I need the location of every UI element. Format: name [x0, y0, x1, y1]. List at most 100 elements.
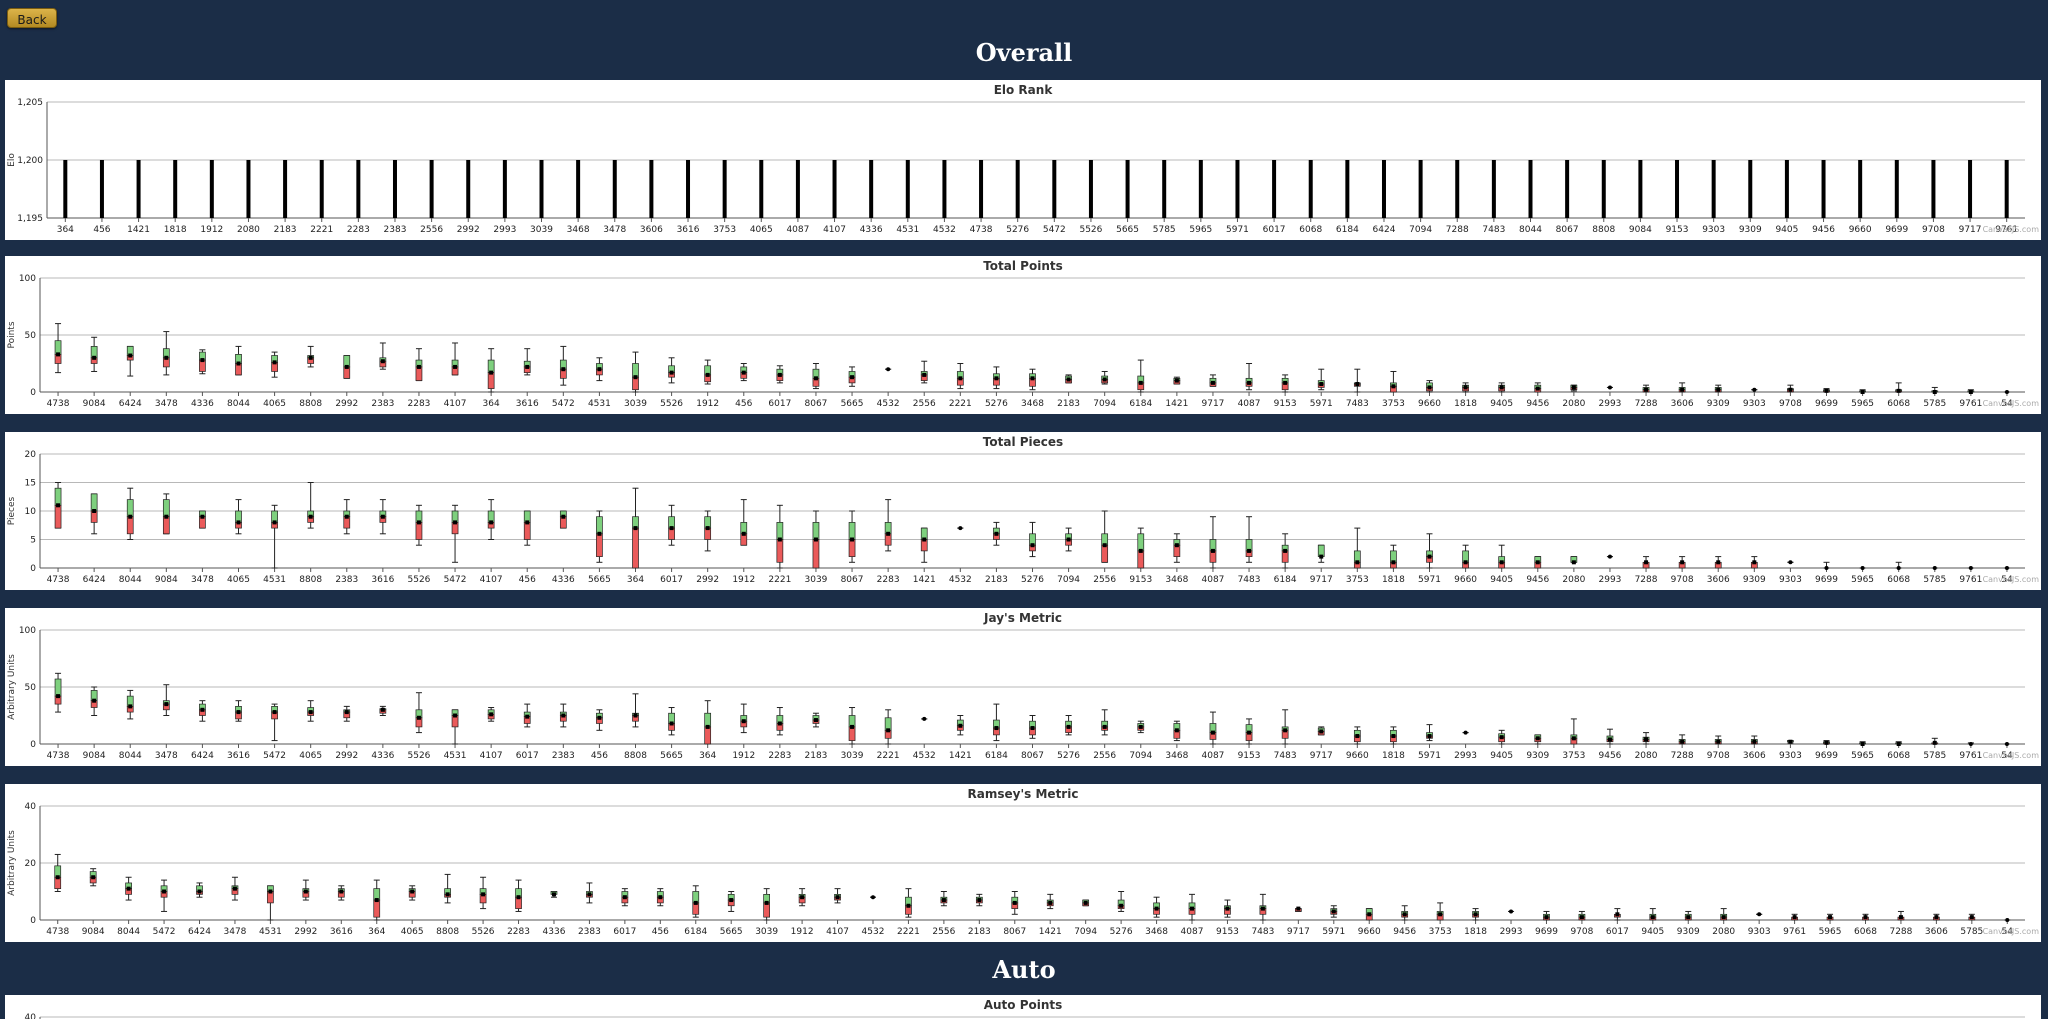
- median-marker: [236, 710, 241, 715]
- x-tick-label: 2383: [371, 399, 394, 409]
- credit-label: CanvasJS.com: [1983, 225, 2040, 234]
- median-marker: [1824, 388, 1829, 393]
- chart-panel-jays-metric: Jay's Metric Arbitrary Units 0 50 100 4738 908…: [5, 608, 2041, 766]
- x-tick-label: 6017: [1263, 225, 1286, 235]
- auto-points-chart: Auto Points 40: [25, 998, 2025, 1019]
- median-marker: [1499, 385, 1504, 390]
- median-marker: [1174, 728, 1179, 733]
- y-axis-label: Pieces: [7, 496, 17, 525]
- x-tick-label: 9084: [155, 575, 178, 585]
- x-tick-label: 2993: [1599, 399, 1622, 409]
- back-button[interactable]: Back: [7, 8, 57, 28]
- x-tick-label: 4087: [1238, 399, 1261, 409]
- x-tick-label: 1421: [913, 575, 936, 585]
- x-tick-label: 5526: [1079, 225, 1102, 235]
- x-tick-label: 5665: [720, 927, 743, 937]
- x-tick-label: 2283: [507, 927, 530, 937]
- median-marker: [850, 537, 855, 542]
- x-tick-label: 4336: [191, 399, 214, 409]
- x-tick-label: 456: [652, 927, 669, 937]
- median-marker: [1644, 737, 1649, 742]
- median-marker: [56, 352, 61, 357]
- chart-panel-elo-rank: Elo Rank Elo 1,195 1,200 1,205 364 456 1421 1818…: [5, 80, 2041, 240]
- x-tick-label: 8044: [1519, 225, 1542, 235]
- x-tick-label: 9660: [1358, 927, 1381, 937]
- x-tick-label: 1912: [732, 751, 755, 761]
- median-marker: [56, 503, 61, 508]
- median-marker: [1969, 915, 1974, 920]
- x-tick-label: 1912: [696, 399, 719, 409]
- bar: [1968, 160, 1973, 218]
- credit-label: CanvasJS.com: [1983, 575, 2040, 584]
- median-marker: [777, 721, 782, 726]
- median-marker: [1030, 376, 1035, 381]
- box-lower: [848, 539, 856, 557]
- bar: [1052, 160, 1057, 218]
- x-tick-label: 9303: [1702, 225, 1725, 235]
- median-marker: [1283, 380, 1288, 385]
- x-tick-label: 3478: [224, 927, 247, 937]
- x-tick-label: 6017: [613, 927, 636, 937]
- x-tick-label: 5526: [660, 399, 683, 409]
- y-tick-label: 0: [30, 916, 36, 926]
- x-tick-label: 6184: [1274, 575, 1297, 585]
- x-tick-label: 4531: [896, 225, 919, 235]
- x-tick-label: 364: [57, 225, 74, 235]
- x-tick-label: 364: [699, 751, 716, 761]
- box-point: [1824, 566, 1829, 570]
- x-tick-label: 2221: [877, 751, 900, 761]
- x-tick-label: 5276: [1110, 927, 1133, 937]
- median-marker: [1680, 739, 1685, 744]
- box-upper: [54, 340, 62, 355]
- bar: [356, 160, 361, 218]
- median-marker: [1066, 377, 1071, 382]
- x-tick-label: 6068: [1887, 575, 1910, 585]
- median-marker: [56, 694, 61, 699]
- x-tick-label: 2383: [578, 927, 601, 937]
- x-tick-label: 9309: [1707, 399, 1730, 409]
- x-tick-label: 9456: [1526, 575, 1549, 585]
- median-marker: [1716, 560, 1721, 565]
- median-marker: [669, 721, 674, 726]
- x-tick-label: 9405: [1490, 575, 1513, 585]
- bar: [1381, 160, 1386, 218]
- y-tick-label: 0: [30, 740, 36, 750]
- x-tick-label: 8067: [805, 399, 828, 409]
- x-tick-label: 2080: [1562, 399, 1585, 409]
- median-marker: [1030, 543, 1035, 548]
- median-marker: [597, 367, 602, 372]
- x-tick-label: 9699: [1885, 225, 1908, 235]
- x-tick-label: 9717: [1202, 399, 1225, 409]
- bar: [942, 160, 947, 218]
- credit-label: CanvasJS.com: [1983, 927, 2040, 936]
- x-tick-label: 9761: [1959, 399, 1982, 409]
- median-marker: [1102, 377, 1107, 382]
- x-tick-label: 9153: [1666, 225, 1689, 235]
- x-tick-label: 364: [483, 399, 500, 409]
- x-tick-label: 3478: [155, 399, 178, 409]
- median-marker: [1463, 385, 1468, 390]
- x-tick-label: 3606: [640, 225, 663, 235]
- x-tick-label: 8044: [119, 751, 142, 761]
- x-tick-label: 2183: [274, 225, 297, 235]
- x-tick-label: 9309: [1739, 225, 1762, 235]
- x-tick-label: 8808: [624, 751, 647, 761]
- x-tick-label: 456: [93, 225, 110, 235]
- median-marker: [1102, 543, 1107, 548]
- median-marker: [453, 713, 458, 718]
- x-tick-label: 9405: [1490, 751, 1513, 761]
- median-marker: [344, 710, 349, 715]
- box-point: [2004, 390, 2009, 394]
- x-tick-label: 5526: [408, 751, 431, 761]
- median-marker: [1367, 912, 1372, 917]
- x-tick-label: 4531: [588, 399, 611, 409]
- median-marker: [1138, 548, 1143, 553]
- median-marker: [633, 375, 638, 380]
- median-marker: [1247, 730, 1252, 735]
- chart-title: Jay's Metric: [983, 611, 1062, 625]
- median-marker: [1174, 378, 1179, 383]
- bar: [1821, 160, 1826, 218]
- x-tick-label: 1421: [949, 751, 972, 761]
- box-lower: [776, 539, 784, 563]
- median-marker: [729, 898, 734, 903]
